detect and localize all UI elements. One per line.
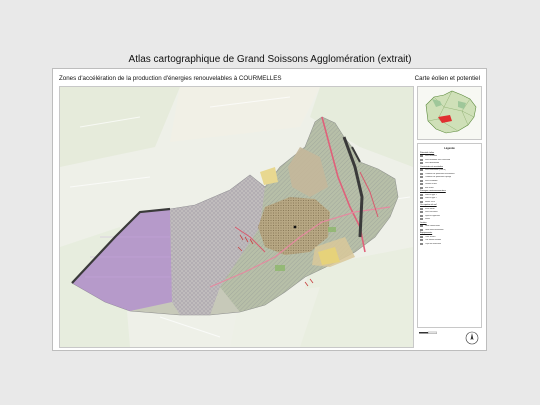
legend-entry: Zone favorable sous contrainte	[420, 158, 479, 162]
map-legend: Légende Potentiel éolien Zone favorable Zo…	[417, 143, 482, 328]
green-parcel	[328, 227, 336, 232]
legend-swatch	[420, 214, 423, 217]
legend-entry: Limite intercommunale	[420, 228, 479, 231]
legend-section-heading: Limites	[420, 221, 427, 224]
legend-entry-label: ZNIEFF type 2	[424, 197, 437, 200]
north-arrow-icon	[465, 331, 479, 345]
legend-entry: Natura 2000	[420, 200, 479, 203]
page-title: Atlas cartographique de Grand Soissons A…	[128, 54, 412, 65]
legend-entry-label: ZNIEFF type 1	[424, 193, 437, 196]
sheet-header: Zones d'accélération de la production d'…	[59, 73, 480, 85]
legend-swatch	[420, 176, 423, 179]
legend-entry-label: Tissu urbain	[424, 207, 435, 210]
legend-swatch	[420, 162, 423, 165]
legend-swatch	[420, 186, 423, 189]
legend-entry-label: Zone favorable	[424, 155, 438, 158]
legend-items: Potentiel éolien Zone favorable Zone favor…	[420, 152, 479, 245]
legend-entry: Forêts	[420, 218, 479, 221]
legend-entry: ZNIEFF type 2	[420, 197, 479, 200]
locator-map[interactable]	[417, 86, 482, 140]
legend-entry-label: Espaces agricoles	[424, 214, 440, 217]
legend-swatch	[420, 169, 423, 172]
map-sheet: Zones d'accélération de la production d'…	[52, 68, 487, 351]
legend-entry-label: Projet en instruction	[424, 242, 442, 245]
legend-swatch	[420, 242, 423, 245]
legend-swatch	[420, 200, 423, 203]
legend-title: Légende	[444, 147, 455, 150]
legend-entry-label: Réseau routier	[424, 183, 437, 186]
legend-entry: Poste source	[420, 235, 479, 238]
legend-section-heading: Zonages environnementaux	[420, 190, 446, 193]
legend-swatch	[420, 211, 423, 214]
legend-entry: Limite communale	[420, 225, 479, 228]
legend-entry: Parc éolien existant	[420, 239, 479, 242]
legend-entry-label: Zone d'exclusion (500 m)	[424, 169, 446, 172]
legend-entry-label: Limite intercommunale	[424, 228, 444, 231]
legend-entry-label: Poste source	[424, 235, 436, 238]
legend-swatch	[420, 183, 423, 186]
main-map[interactable]: ▫ ▫ ▫	[59, 86, 414, 348]
legend-entry-label: Natura 2000	[424, 200, 435, 203]
legend-entry-label: Forêts	[424, 218, 430, 221]
legend-entry: Zone favorable	[420, 155, 479, 158]
legend-section-heading: Occupation du sol	[420, 204, 437, 207]
legend-entry: Espaces agricoles	[420, 214, 479, 217]
legend-swatch	[420, 179, 423, 182]
legend-entry-label: Parc éolien existant	[424, 239, 442, 242]
legend-section-heading: Potentiel éolien	[420, 152, 435, 154]
legend-entry-label: Limite communale	[424, 225, 440, 228]
legend-entry-label: Zone d'activités	[424, 211, 438, 214]
locator-map-canvas	[418, 87, 481, 139]
main-map-canvas	[60, 87, 413, 347]
town-hall-marker	[293, 225, 297, 229]
legend-swatch	[420, 239, 423, 242]
legend-entry-label: Périmètre de protection captage	[424, 176, 452, 179]
legend-entry-label: Zone favorable sous contrainte	[424, 158, 451, 161]
legend-swatch	[420, 158, 423, 161]
map-theme-label: Carte éolien et potentiel	[414, 75, 480, 82]
legend-section-heading: Contraintes et servitudes	[420, 165, 443, 168]
legend-entry: Projet en instruction	[420, 242, 479, 245]
legend-swatch	[420, 172, 423, 175]
legend-section-heading: Équipements	[420, 232, 433, 235]
legend-swatch	[420, 225, 423, 228]
legend-entry: ZNIEFF type 1	[420, 193, 479, 197]
legend-entry: Tissu urbain	[420, 207, 479, 210]
green-parcel	[275, 265, 285, 271]
legend-swatch	[420, 235, 423, 238]
legend-swatch	[420, 193, 423, 196]
legend-entry-label: Zone inondable	[424, 179, 438, 182]
legend-entry-label: Périmètre de protection monuments	[424, 172, 455, 175]
legend-swatch	[420, 218, 423, 221]
legend-entry-label: Zone défavorable	[424, 162, 440, 165]
legend-entry: Zone d'activités	[420, 211, 479, 214]
legend-entry: Zone d'exclusion (500 m)	[420, 169, 479, 172]
legend-entry-label: Voie ferrée	[424, 186, 434, 189]
legend-entry: Périmètre de protection captage	[420, 176, 479, 179]
legend-swatch	[420, 207, 423, 210]
legend-swatch	[420, 155, 423, 158]
legend-swatch	[420, 228, 423, 231]
legend-entry: Voie ferrée	[420, 186, 479, 190]
scale-bar	[419, 331, 437, 334]
legend-entry: Zone inondable	[420, 179, 479, 183]
map-subtitle: Zones d'accélération de la production d'…	[59, 75, 282, 82]
legend-entry: Zone défavorable	[420, 162, 479, 165]
legend-entry: Périmètre de protection monuments	[420, 172, 479, 176]
legend-entry: Réseau routier	[420, 183, 479, 186]
legend-swatch	[420, 197, 423, 200]
